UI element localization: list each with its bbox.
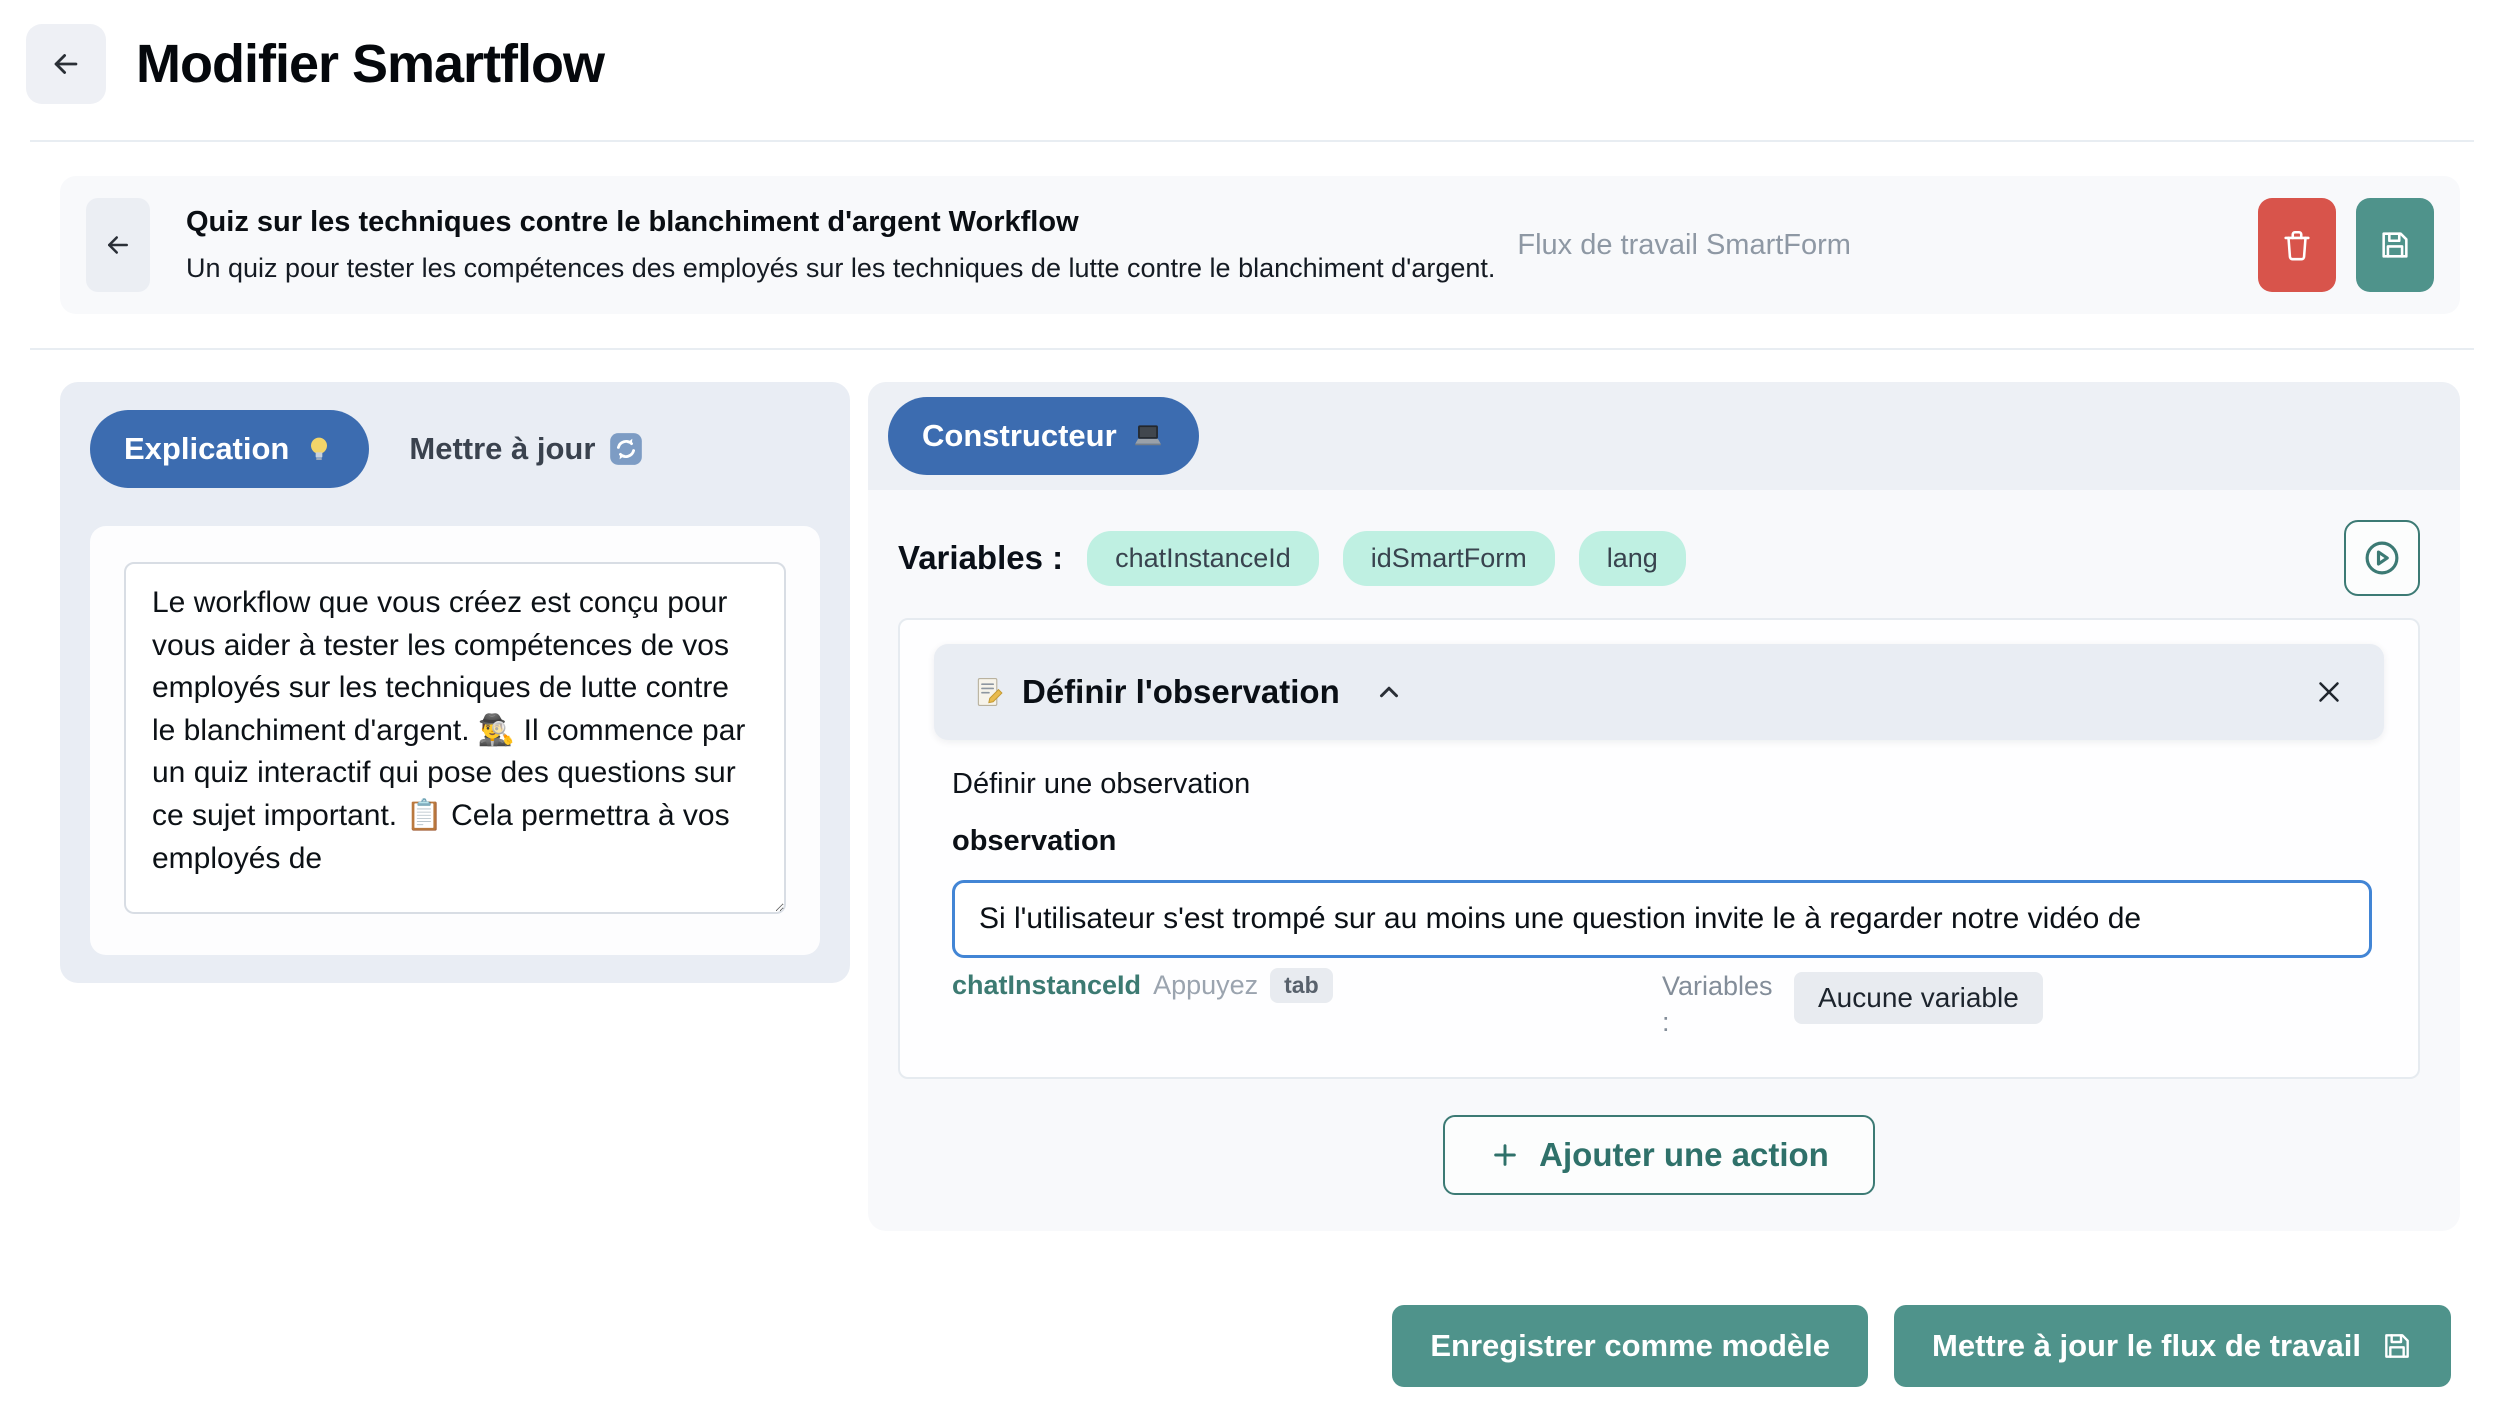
run-workflow-button[interactable] <box>2344 520 2420 596</box>
remove-action-button[interactable] <box>2312 675 2346 709</box>
autocomplete-hint: chatInstanceId Appuyez tab <box>952 968 1662 1003</box>
variables-label: Variables : <box>898 539 1063 577</box>
laptop-icon <box>1131 419 1165 453</box>
refresh-icon <box>607 430 645 468</box>
bulb-icon <box>303 433 335 465</box>
explanation-tabs: Explication Mettre à jour <box>90 410 820 488</box>
observation-field-label: observation <box>952 825 2372 858</box>
save-workflow-button[interactable] <box>2356 198 2434 292</box>
add-action-label: Ajouter une action <box>1539 1136 1829 1174</box>
close-icon <box>2312 675 2346 709</box>
header-divider <box>30 140 2474 142</box>
add-action-row: Ajouter une action <box>898 1115 2420 1195</box>
builder-tab-strip: Constructeur <box>868 382 2460 490</box>
workflow-back-button[interactable] <box>86 198 150 292</box>
delete-workflow-button[interactable] <box>2258 198 2336 292</box>
explanation-panel: Explication Mettre à jour Le workflow qu… <box>60 382 850 983</box>
add-action-button[interactable]: Ajouter une action <box>1443 1115 1875 1195</box>
autocomplete-press-label: Appuyez <box>1153 970 1258 1001</box>
arrow-left-icon <box>49 47 83 81</box>
variable-chip: idSmartForm <box>1343 531 1555 586</box>
action-card-title: Définir l'observation <box>1022 673 1340 711</box>
save-icon <box>2378 228 2412 262</box>
tab-constructeur-label: Constructeur <box>922 418 1117 454</box>
action-description: Définir une observation <box>952 768 2372 801</box>
tab-mettre-a-jour-label: Mettre à jour <box>409 431 595 467</box>
arrow-left-icon <box>103 230 133 260</box>
back-button[interactable] <box>26 24 106 104</box>
action-variables-label: Variables : <box>1662 968 1778 1041</box>
input-hints-row: chatInstanceId Appuyez tab Variables : A… <box>952 968 2372 1041</box>
update-workflow-label: Mettre à jour le flux de travail <box>1932 1328 2361 1364</box>
card-divider <box>30 348 2474 350</box>
memo-icon <box>972 675 1006 709</box>
save-icon <box>2381 1330 2413 1362</box>
chevron-up-icon <box>1374 677 1404 707</box>
save-as-template-button[interactable]: Enregistrer comme modèle <box>1392 1305 1868 1387</box>
variable-chip: lang <box>1579 531 1686 586</box>
variable-chip: chatInstanceId <box>1087 531 1319 586</box>
app-header: Modifier Smartflow <box>0 0 2504 104</box>
autocomplete-variable[interactable]: chatInstanceId <box>952 970 1141 1001</box>
tab-key-badge: tab <box>1270 968 1333 1003</box>
variables-row: Variables : chatInstanceId idSmartForm l… <box>898 520 2420 596</box>
collapse-action-button[interactable] <box>1374 677 1404 707</box>
explanation-card: Le workflow que vous créez est conçu pou… <box>90 526 820 955</box>
explanation-textarea[interactable]: Le workflow que vous créez est conçu pou… <box>124 562 786 914</box>
workflow-title: Quiz sur les techniques contre le blanch… <box>186 206 1495 239</box>
actions-list: Définir l'observation Définir une observ… <box>898 618 2420 1079</box>
no-variable-chip: Aucune variable <box>1794 972 2043 1024</box>
play-circle-icon <box>2361 537 2403 579</box>
action-variables: Variables : Aucune variable <box>1662 968 2043 1041</box>
action-card-body: Définir une observation observation chat… <box>952 768 2372 1041</box>
workflow-type-label: Flux de travail SmartForm <box>1517 229 1851 262</box>
builder-content: Variables : chatInstanceId idSmartForm l… <box>868 490 2460 1231</box>
footer-actions: Enregistrer comme modèle Mettre à jour l… <box>0 1305 2451 1387</box>
workflow-actions <box>2258 198 2434 292</box>
workflow-summary-card: Quiz sur les techniques contre le blanch… <box>60 176 2460 314</box>
tab-explication[interactable]: Explication <box>90 410 369 488</box>
update-workflow-button[interactable]: Mettre à jour le flux de travail <box>1894 1305 2451 1387</box>
workflow-description: Un quiz pour tester les compétences des … <box>186 253 1495 284</box>
tab-constructeur[interactable]: Constructeur <box>888 397 1199 475</box>
builder-panel: Constructeur Variables : chatInstanceId … <box>868 382 2460 1231</box>
tab-mettre-a-jour[interactable]: Mettre à jour <box>409 430 645 468</box>
main-columns: Explication Mettre à jour Le workflow qu… <box>60 382 2460 1231</box>
observation-input[interactable] <box>952 880 2372 958</box>
action-card-header[interactable]: Définir l'observation <box>934 644 2384 740</box>
workflow-info: Quiz sur les techniques contre le blanch… <box>186 206 1495 284</box>
page-title: Modifier Smartflow <box>136 33 604 95</box>
save-as-template-label: Enregistrer comme modèle <box>1430 1328 1830 1364</box>
plus-icon <box>1489 1139 1521 1171</box>
tab-explication-label: Explication <box>124 431 289 467</box>
trash-icon <box>2280 228 2314 262</box>
